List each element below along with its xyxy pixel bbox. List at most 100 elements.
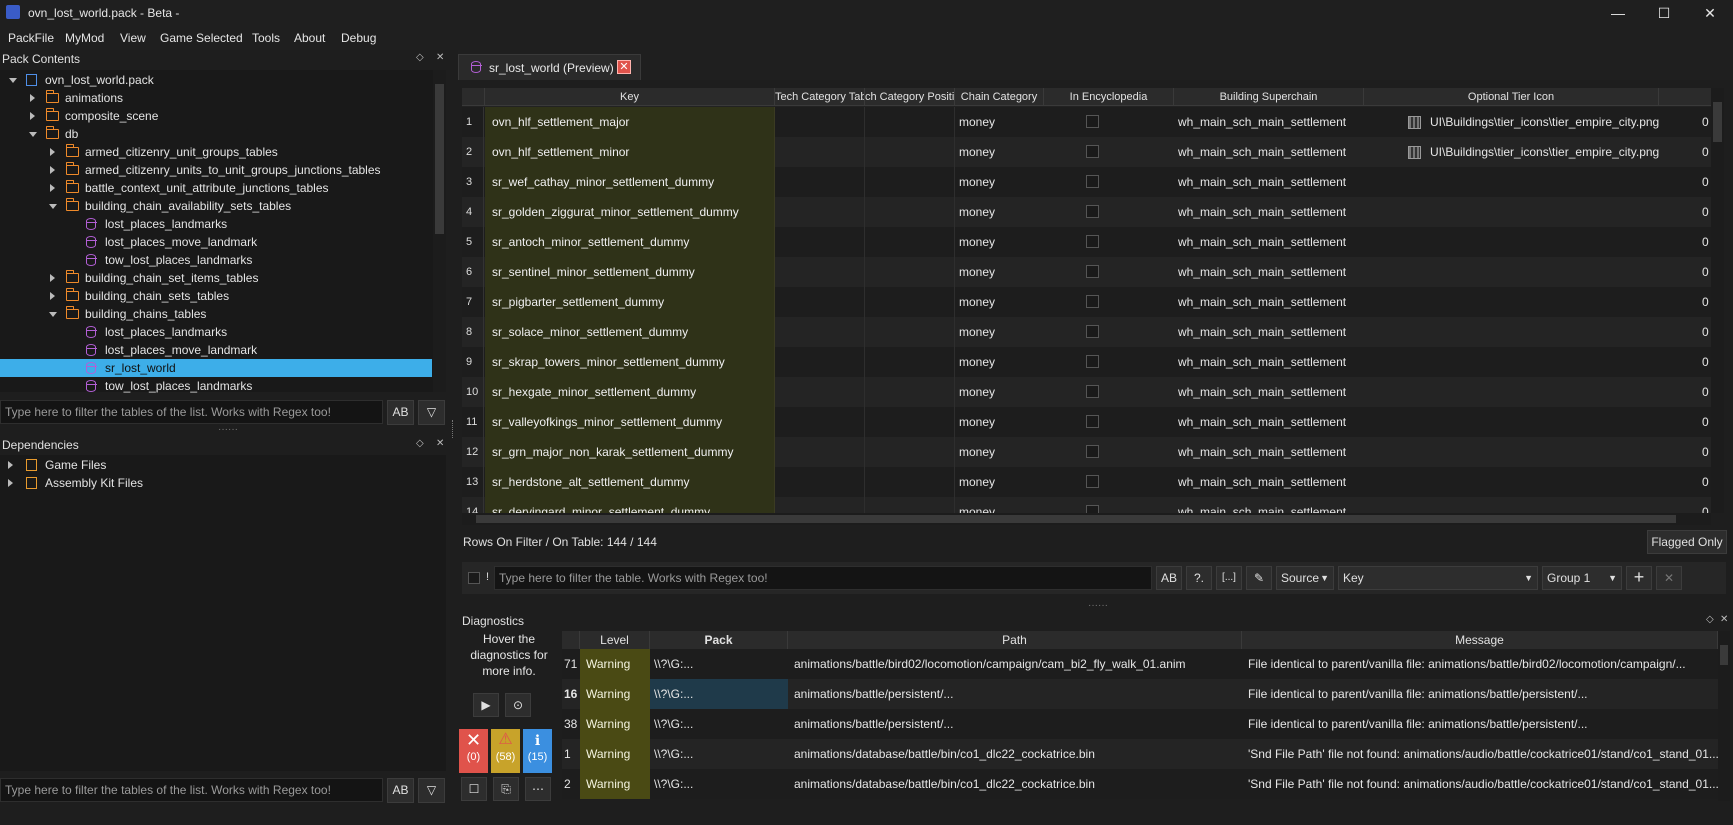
superchain-cell[interactable]: wh_main_sch_main_settlement [1178, 167, 1346, 197]
column-header-in-encyclopedia[interactable]: In Encyclopedia [1044, 88, 1174, 106]
table-row[interactable]: 5 sr_antoch_minor_settlement_dummy money wh… [462, 227, 1714, 257]
category-position-cell[interactable] [865, 437, 955, 467]
level-cell[interactable]: Warning [580, 709, 650, 739]
row-number[interactable]: 13 [462, 467, 484, 497]
message-cell[interactable]: File identical to parent/vanilla file: a… [1242, 679, 1718, 709]
diagnostic-row[interactable]: 71 Warning \\?\G:... animations/battle/bird… [562, 649, 1718, 679]
menu-about[interactable]: About [294, 31, 325, 45]
extra-cell[interactable]: 0 [1702, 107, 1709, 137]
pack-cell[interactable]: \\?\G:... [650, 709, 788, 739]
category-position-cell[interactable] [865, 257, 955, 287]
run-diagnostics-button[interactable]: ▶ [473, 693, 499, 717]
category-position-cell[interactable] [865, 497, 955, 513]
in-encyclopedia-checkbox[interactable] [1086, 145, 1099, 158]
category-position-cell[interactable] [865, 407, 955, 437]
in-encyclopedia-checkbox[interactable] [1086, 415, 1099, 428]
row-number[interactable]: 3 [462, 167, 484, 197]
table-row[interactable]: 9 sr_skrap_towers_minor_settlement_dummy m… [462, 347, 1714, 377]
superchain-cell[interactable]: wh_main_sch_main_settlement [1178, 197, 1346, 227]
collapse-arrow-icon[interactable] [29, 132, 37, 137]
superchain-cell[interactable]: wh_main_sch_main_settlement [1178, 137, 1346, 167]
table-vertical-scrollbar[interactable] [1711, 88, 1724, 513]
close-window-button[interactable]: ✕ [1687, 0, 1733, 26]
message-cell[interactable]: File identical to parent/vanilla file: a… [1242, 649, 1718, 679]
pack-tree-scrollbar[interactable] [433, 70, 446, 392]
tech-category-cell[interactable] [775, 167, 865, 197]
open-file-icon[interactable]: ⎘ [493, 777, 519, 801]
pack-tree[interactable]: ovn_lost_world.pack animations composite_s… [0, 70, 446, 395]
level-cell[interactable]: Warning [580, 679, 650, 709]
maximize-button[interactable]: ☐ [1641, 0, 1687, 26]
key-cell[interactable]: sr_grn_major_non_karak_settlement_dummy [485, 437, 775, 467]
pack-cell[interactable]: \\?\G:... [650, 679, 788, 709]
key-cell[interactable]: sr_wef_cathay_minor_settlement_dummy [485, 167, 775, 197]
pack-cell[interactable]: \\?\G:... [650, 649, 788, 679]
tree-item-lost-places-move-landmark[interactable]: lost_places_move_landmark [0, 341, 432, 359]
category-position-cell[interactable] [865, 197, 955, 227]
in-encyclopedia-checkbox[interactable] [1086, 325, 1099, 338]
tree-item-lost-places-landmarks[interactable]: lost_places_landmarks [0, 323, 432, 341]
column-header-optional-tier-icon[interactable]: Optional Tier Icon [1364, 88, 1659, 106]
regex-button[interactable]: ?. [1186, 566, 1212, 590]
remove-filter-button[interactable]: ✕ [1656, 566, 1682, 590]
case-sensitive-button[interactable]: AB [1156, 566, 1182, 590]
column-header-tech-category-tab[interactable]: Tech Category Tab [775, 88, 865, 106]
row-number[interactable]: 10 [462, 377, 484, 407]
chain-category-cell[interactable]: money [959, 497, 995, 513]
tree-item-assembly-kit[interactable]: Assembly Kit Files [0, 474, 432, 492]
errors-toggle[interactable]: ✕ (0) [459, 729, 488, 773]
chain-category-cell[interactable]: money [959, 347, 995, 377]
category-position-cell[interactable] [865, 167, 955, 197]
table-row[interactable]: 10 sr_hexgate_minor_settlement_dummy money… [462, 377, 1714, 407]
key-cell[interactable]: sr_solace_minor_settlement_dummy [485, 317, 775, 347]
extra-cell[interactable]: 0 [1702, 497, 1709, 513]
table-filter-input[interactable]: Type here to filter the table. Works wit… [494, 566, 1152, 590]
tech-category-cell[interactable] [775, 137, 865, 167]
case-sensitive-button[interactable]: AB [387, 778, 414, 803]
in-encyclopedia-checkbox[interactable] [1086, 475, 1099, 488]
key-cell[interactable]: ovn_hlf_settlement_major [485, 107, 775, 137]
level-cell[interactable]: Warning [580, 769, 650, 799]
column-header-chain-category[interactable]: Chain Category [955, 88, 1044, 106]
path-cell[interactable]: animations/battle/persistent/... [788, 709, 1242, 739]
more-options-icon[interactable]: ⋯ [525, 777, 551, 801]
menu-view[interactable]: View [120, 31, 146, 45]
info-toggle[interactable]: ℹ (15) [523, 729, 552, 773]
row-number[interactable]: 2 [462, 137, 484, 167]
message-cell[interactable]: 'Snd File Path' file not found: animatio… [1242, 739, 1718, 769]
superchain-cell[interactable]: wh_main_sch_main_settlement [1178, 437, 1346, 467]
key-cell[interactable]: sr_dervingard_minor_settlement_dummy [485, 497, 775, 513]
row-number[interactable]: 7 [462, 287, 484, 317]
table-grid[interactable]: Key Tech Category Tab ch Category Positi… [462, 88, 1724, 513]
tree-item-game-files[interactable]: Game Files [0, 456, 432, 474]
key-cell[interactable]: sr_antoch_minor_settlement_dummy [485, 227, 775, 257]
extra-cell[interactable]: 0 [1702, 377, 1709, 407]
superchain-cell[interactable]: wh_main_sch_main_settlement [1178, 107, 1346, 137]
expand-arrow-icon[interactable] [50, 148, 55, 156]
extra-cell[interactable]: 0 [1702, 227, 1709, 257]
chain-category-cell[interactable]: money [959, 317, 995, 347]
message-cell[interactable]: File identical to parent/vanilla file: a… [1242, 709, 1718, 739]
float-dock-icon[interactable]: ◇ [416, 438, 424, 449]
scrollbar-thumb[interactable] [1713, 102, 1722, 142]
collapse-arrow-icon[interactable] [49, 204, 57, 209]
level-cell[interactable]: Warning [580, 649, 650, 679]
tree-item-tow-lost-places-landmarks[interactable]: tow_lost_places_landmarks [0, 377, 432, 395]
expand-arrow-icon[interactable] [8, 461, 13, 469]
chain-category-cell[interactable]: money [959, 287, 995, 317]
filter-options-button[interactable]: ▽ [418, 400, 445, 425]
flagged-only-button[interactable]: Flagged Only [1647, 530, 1727, 554]
column-header-extra[interactable] [1659, 88, 1714, 106]
tier-icon-cell[interactable]: UI\Buildings\tier_icons\tier_empire_city… [1430, 107, 1659, 137]
extra-cell[interactable]: 0 [1702, 197, 1709, 227]
expand-arrow-icon[interactable] [50, 184, 55, 192]
category-position-cell[interactable] [865, 107, 955, 137]
expand-arrow-icon[interactable] [30, 112, 35, 120]
level-cell[interactable]: Warning [580, 739, 650, 769]
row-number[interactable]: 8 [462, 317, 484, 347]
menu-mymod[interactable]: MyMod [65, 31, 104, 45]
key-cell[interactable]: sr_herdstone_alt_settlement_dummy [485, 467, 775, 497]
category-position-cell[interactable] [865, 347, 955, 377]
tree-item-composite-scene[interactable]: composite_scene [0, 107, 432, 125]
chain-category-cell[interactable]: money [959, 167, 995, 197]
